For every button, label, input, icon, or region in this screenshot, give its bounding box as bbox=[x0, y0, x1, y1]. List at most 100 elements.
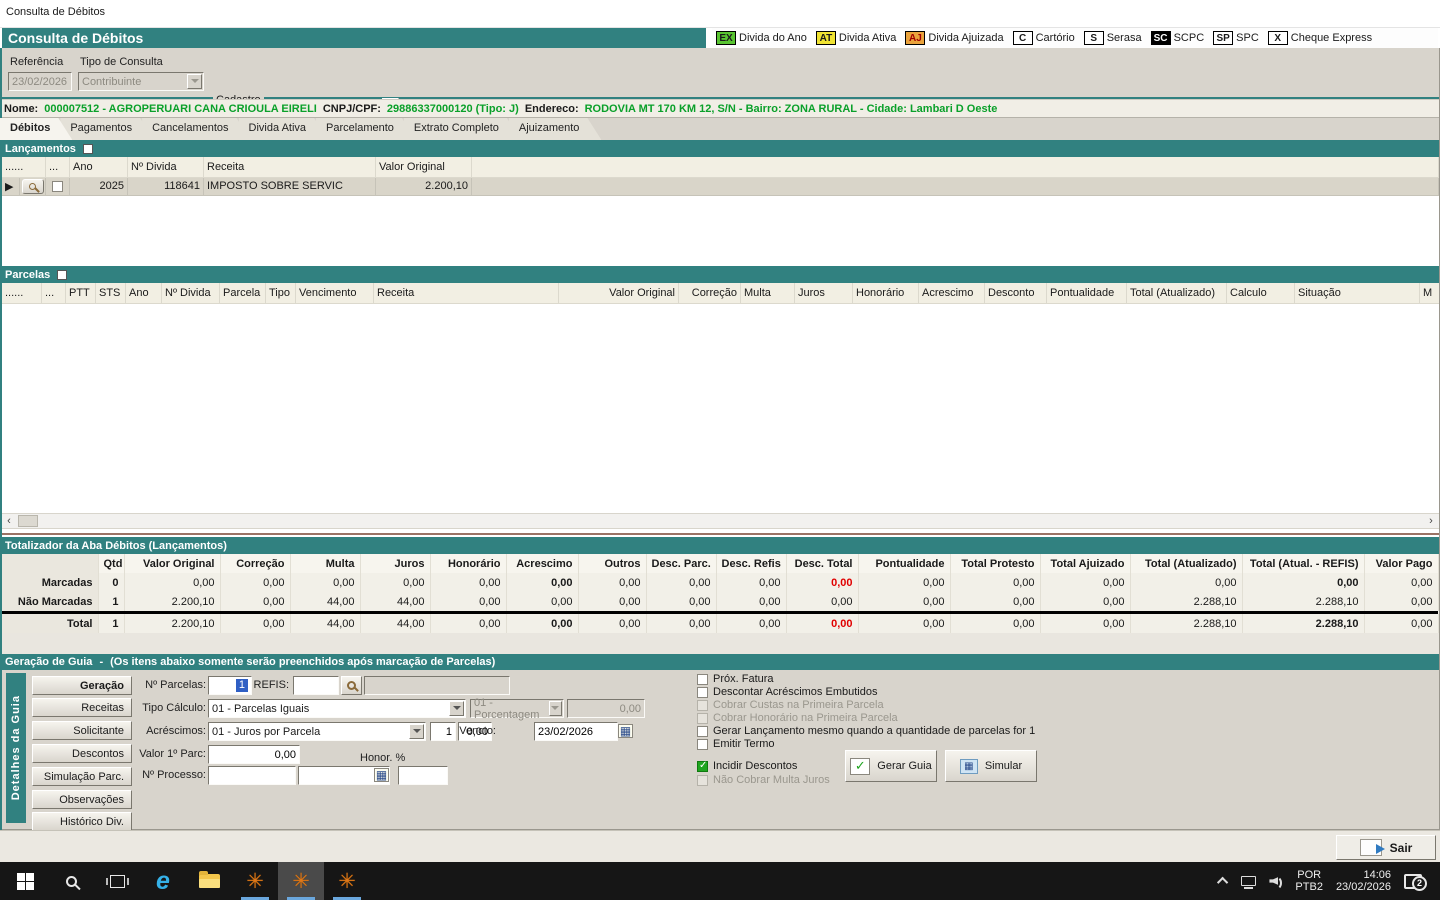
row-detail-button[interactable] bbox=[22, 179, 44, 194]
endereco-label: Endereco: bbox=[525, 103, 579, 115]
badge-s: S bbox=[1084, 31, 1104, 45]
file-explorer-button[interactable] bbox=[186, 862, 232, 900]
legend-cartorio: CCartório bbox=[1013, 31, 1075, 45]
tipo-calculo-label: Tipo Cálculo: bbox=[131, 702, 206, 714]
scrollbar-thumb[interactable] bbox=[18, 515, 38, 527]
parcelas-select-all-checkbox[interactable] bbox=[57, 270, 67, 280]
valor-1-parc-input[interactable] bbox=[208, 745, 300, 764]
app-icon: ✳ bbox=[338, 871, 356, 892]
app-window-3-button[interactable]: ✳ bbox=[324, 862, 370, 900]
tipo-calculo-aux-select[interactable]: 01 - Porcentagem bbox=[470, 699, 564, 718]
system-tray: POR PTB2 14:06 23/02/2026 2 bbox=[1220, 869, 1440, 893]
lancamentos-table: ...... ... Ano Nº Divida Receita Valor O… bbox=[1, 157, 1439, 266]
app-window-1-button[interactable]: ✳ bbox=[232, 862, 278, 900]
gerar-guia-button[interactable]: ✓ Gerar Guia bbox=[845, 750, 937, 782]
lancamentos-select-all-checkbox[interactable] bbox=[83, 144, 93, 154]
network-icon[interactable] bbox=[1241, 876, 1256, 886]
tab-cancelamentos[interactable]: Cancelamentos bbox=[142, 118, 250, 140]
honor-pct-input[interactable] bbox=[398, 766, 448, 785]
row-selector: ▶ bbox=[2, 177, 20, 195]
refis-search-button[interactable] bbox=[341, 676, 362, 695]
internet-explorer-button[interactable]: e bbox=[140, 862, 186, 900]
nav-geracao-button[interactable]: Geração bbox=[32, 676, 132, 695]
start-button[interactable] bbox=[2, 862, 48, 900]
check-icon: ✓ bbox=[850, 758, 870, 775]
referencia-label: Referência bbox=[10, 56, 63, 68]
refis-desc-input[interactable] bbox=[364, 676, 510, 695]
notification-icon[interactable]: 2 bbox=[1404, 874, 1422, 889]
speaker-icon[interactable] bbox=[1269, 875, 1282, 887]
nav-observacoes-button[interactable]: Observações bbox=[32, 790, 132, 809]
search-icon bbox=[29, 183, 36, 190]
checkbox-nao-cobrar-multa[interactable]: Não Cobrar Multa Juros bbox=[697, 774, 830, 786]
totalizador-row-nao-marcadas: Não Marcadas 1 2.200,10 0,00 44,00 44,00… bbox=[0, 592, 1438, 611]
legend-serasa: SSerasa bbox=[1084, 31, 1142, 45]
cnpj-label: CNPJ/CPF: bbox=[323, 103, 381, 115]
badge-sp: SP bbox=[1213, 31, 1233, 45]
tipo-consulta-select[interactable]: Contribuinte bbox=[78, 72, 204, 91]
checkbox-descontar-acrescimos[interactable]: Descontar Acréscimos Embutidos bbox=[697, 686, 877, 698]
nome-value: 000007512 - AGROPERUARI CANA CRIOULA EIR… bbox=[44, 103, 317, 115]
tab-divida-ativa[interactable]: Divida Ativa bbox=[239, 118, 328, 140]
taskbar-search-button[interactable] bbox=[48, 862, 94, 900]
refis-input[interactable] bbox=[293, 676, 339, 695]
tab-bar: Débitos Pagamentos Cancelamentos Divida … bbox=[0, 118, 1440, 140]
search-icon bbox=[347, 681, 356, 690]
checkbox-emitir-termo[interactable]: Emitir Termo bbox=[697, 738, 775, 750]
n-processo-input[interactable] bbox=[208, 766, 296, 785]
lancamentos-row[interactable]: ▶ 2025 118641 IMPOSTO SOBRE SERVIC 2.200… bbox=[2, 177, 1439, 195]
nome-label: Nome: bbox=[4, 103, 38, 115]
nav-receitas-button[interactable]: Receitas bbox=[32, 698, 132, 717]
vencto-input[interactable] bbox=[534, 722, 618, 741]
badge-at: AT bbox=[816, 31, 836, 45]
tipo-calculo-pct-input[interactable] bbox=[567, 699, 645, 718]
nav-descontos-button[interactable]: Descontos bbox=[32, 744, 132, 763]
tab-ajuizamento[interactable]: Ajuizamento bbox=[509, 118, 602, 140]
checkbox-gerar-lancamento[interactable]: Gerar Lançamento mesmo quando a quantida… bbox=[697, 725, 1035, 737]
acrescimos-select[interactable]: 01 - Juros por Parcela bbox=[208, 722, 426, 741]
sair-button[interactable]: Sair bbox=[1336, 835, 1436, 860]
tab-parcelamento[interactable]: Parcelamento bbox=[316, 118, 416, 140]
folder-icon bbox=[199, 874, 220, 888]
checkbox-cobrar-honorario[interactable]: Cobrar Honorário na Primeira Parcela bbox=[697, 712, 898, 724]
parcelas-header-row: ...... ... PTT STS Ano Nº Divida Parcela… bbox=[2, 283, 1440, 303]
checkbox-prox-fatura[interactable]: Próx. Fatura bbox=[697, 673, 774, 685]
checkbox-cobrar-custas[interactable]: Cobrar Custas na Primeira Parcela bbox=[697, 699, 884, 711]
refis-label: REFIS: bbox=[214, 679, 289, 691]
legend-scpc: SCSCPC bbox=[1151, 31, 1205, 45]
grid-icon[interactable]: ▦ bbox=[374, 768, 389, 782]
tray-expand-icon[interactable] bbox=[1217, 877, 1228, 888]
tipo-calculo-select[interactable]: 01 - Parcelas Iguais bbox=[208, 699, 466, 718]
n-processo-label: Nº Processo: bbox=[131, 769, 206, 781]
status-strip: Sair bbox=[0, 830, 1440, 862]
endereco-value: RODOVIA MT 170 KM 12, S/N - Bairro: ZONA… bbox=[585, 103, 998, 115]
cnpj-value: 29886337000120 (Tipo: J) bbox=[387, 103, 519, 115]
nav-solicitante-button[interactable]: Solicitante bbox=[32, 721, 132, 740]
detalhes-da-guia-tab[interactable]: Detalhes da Guia bbox=[6, 673, 26, 823]
referencia-input[interactable] bbox=[8, 72, 72, 91]
window-title-bar: Consulta de Débitos bbox=[0, 0, 1440, 28]
totalizador-header: Totalizador da Aba Débitos (Lançamentos) bbox=[0, 537, 1440, 554]
parcelas-table: ...... ... PTT STS Ano Nº Divida Parcela… bbox=[1, 283, 1439, 513]
nav-simulacao-parc-button[interactable]: Simulação Parc. bbox=[32, 767, 132, 786]
horizontal-scrollbar[interactable]: ‹ › bbox=[0, 513, 1440, 529]
legend-cheque-express: XCheque Express bbox=[1268, 31, 1372, 45]
scroll-right-button[interactable]: › bbox=[1423, 514, 1439, 528]
notification-badge: 2 bbox=[1412, 876, 1427, 891]
app-window-2-button[interactable]: ✳ bbox=[278, 862, 324, 900]
task-view-button[interactable] bbox=[94, 862, 140, 900]
scroll-left-button[interactable]: ‹ bbox=[1, 514, 17, 528]
simular-button[interactable]: ▦ Simular bbox=[945, 750, 1037, 782]
nav-historico-div-button[interactable]: Histórico Div. bbox=[32, 812, 132, 831]
tab-pagamentos[interactable]: Pagamentos bbox=[60, 118, 154, 140]
internet-explorer-icon: e bbox=[156, 871, 170, 891]
calendar-icon[interactable]: ▦ bbox=[618, 724, 633, 738]
checkbox-incidir-descontos[interactable]: Incidir Descontos bbox=[697, 760, 797, 772]
tab-extrato-completo[interactable]: Extrato Completo bbox=[404, 118, 521, 140]
tipo-consulta-label: Tipo de Consulta bbox=[80, 56, 163, 68]
language-indicator[interactable]: POR PTB2 bbox=[1295, 869, 1323, 893]
row-checkbox[interactable] bbox=[52, 181, 63, 192]
clock[interactable]: 14:06 23/02/2026 bbox=[1336, 869, 1391, 893]
lancamentos-header-row: ...... ... Ano Nº Divida Receita Valor O… bbox=[2, 157, 1439, 177]
valor-1-parc-label: Valor 1º Parc: bbox=[131, 748, 206, 760]
